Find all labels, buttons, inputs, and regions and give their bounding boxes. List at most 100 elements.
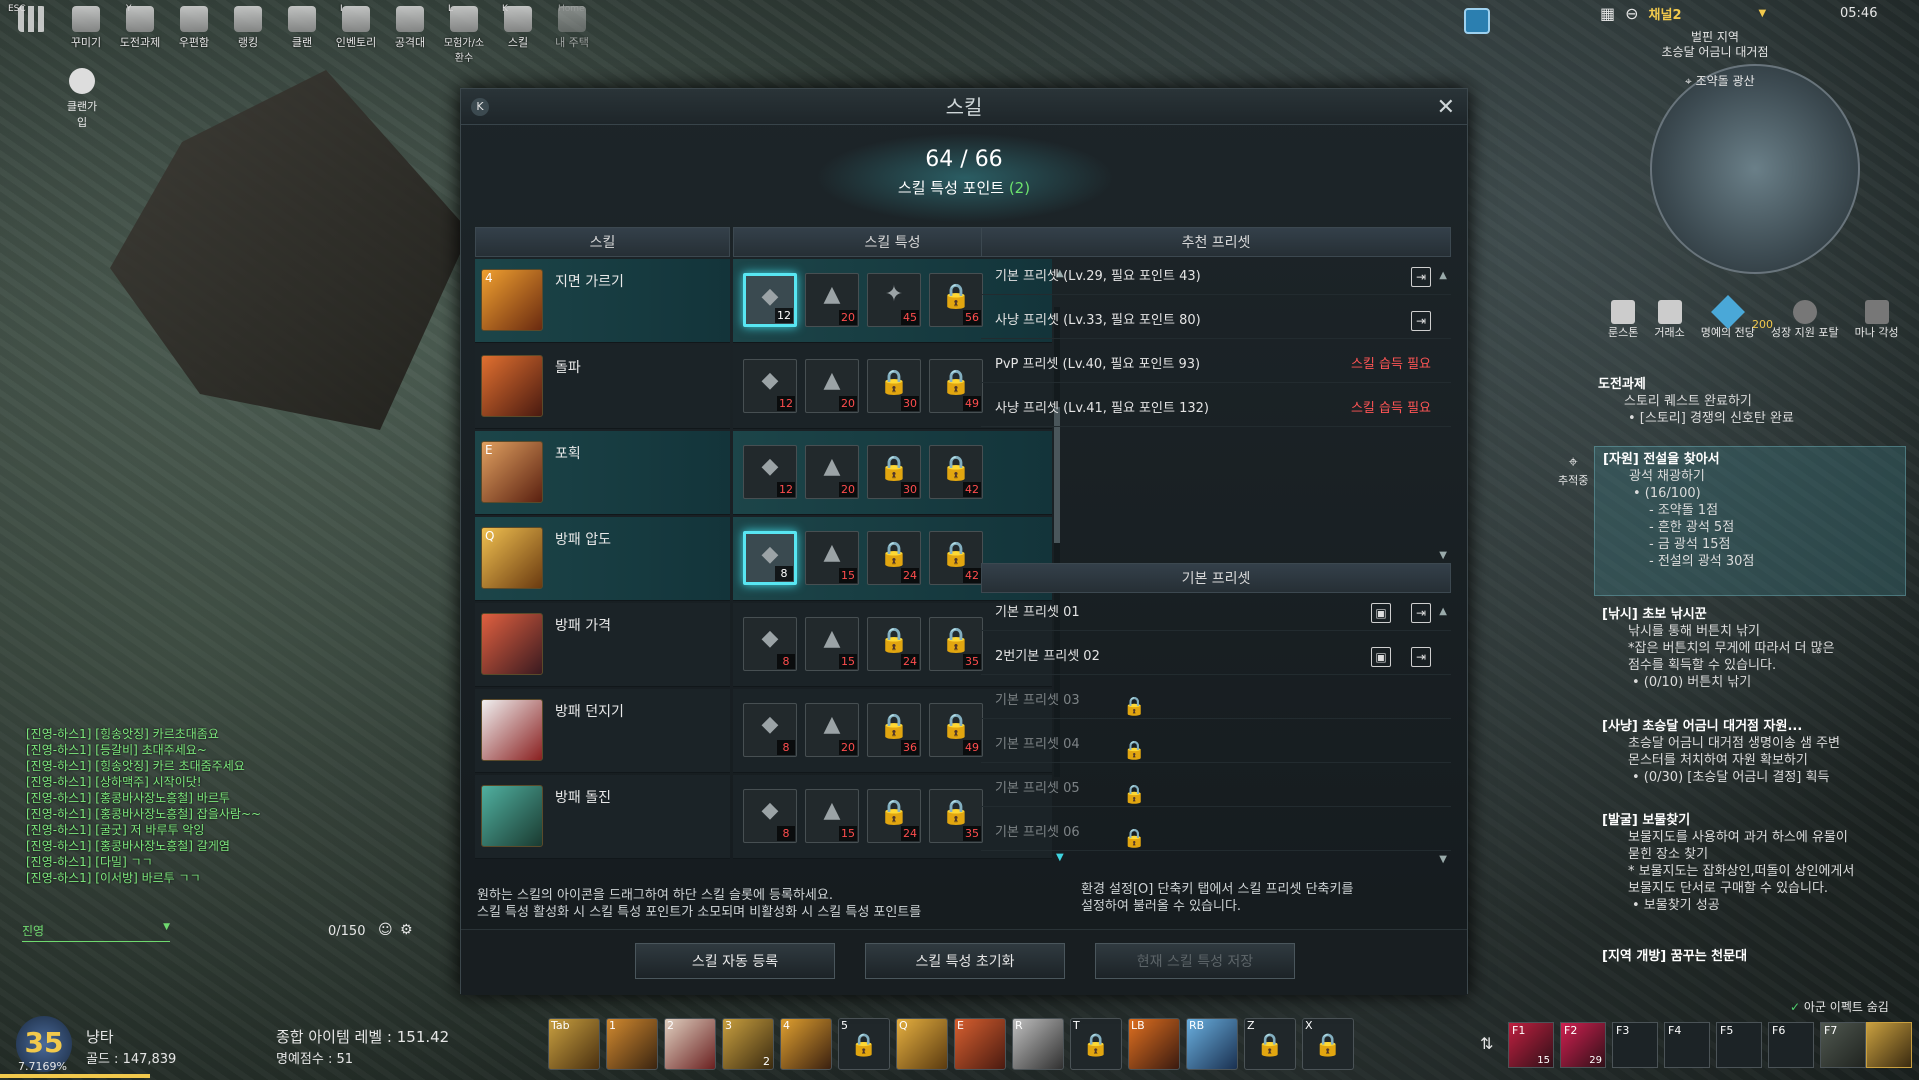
trait-slot-locked[interactable]: 🔒 36 <box>867 703 921 757</box>
quest-item[interactable]: [지역 개방] 꿈꾸는 천문대 <box>1602 948 1902 965</box>
scroll-up-icon[interactable]: ▲ <box>1439 263 1447 282</box>
runestone-button[interactable]: 룬스톤 <box>1608 300 1638 340</box>
challenge-header[interactable]: 도전과제 <box>1598 376 1898 393</box>
skill-icon[interactable]: Q <box>481 527 543 589</box>
skill-row[interactable]: Q 방패 압도 ◆ 8 ▲ 15 🔒 24 🔒 42 <box>475 517 1052 601</box>
hotbar-slot[interactable]: RB <box>1186 1018 1238 1070</box>
skill-icon[interactable] <box>481 355 543 417</box>
trait-slot[interactable]: ◆ 8 <box>743 789 797 843</box>
hide-effect-toggle[interactable]: ✓ 아군 이펙트 숨김 <box>1790 998 1889 1015</box>
hall-of-fame-button[interactable]: 명예의 전당 <box>1701 295 1755 340</box>
item-slot[interactable]: F7 <box>1820 1022 1866 1068</box>
trait-slot-locked[interactable]: 🔒 24 <box>867 617 921 671</box>
trait-slot[interactable]: ◆ 12 <box>743 273 797 327</box>
menu-adventurer[interactable]: L모험가/소환수 <box>440 4 488 64</box>
emoji-icon[interactable]: ☺ <box>378 922 393 938</box>
trait-slot-locked[interactable]: 🔒 42 <box>929 531 983 585</box>
hotbar-slot[interactable]: 32 <box>722 1018 774 1070</box>
skill-row[interactable]: 방패 가격 ◆ 8 ▲ 15 🔒 24 🔒 35 <box>475 603 1052 687</box>
skill-icon[interactable] <box>481 613 543 675</box>
trait-slot[interactable]: ▲ 20 <box>805 273 859 327</box>
menu-ranking[interactable]: 랭킹 <box>224 4 272 64</box>
skill-name-cell[interactable]: 방패 돌진 <box>475 775 730 859</box>
hotbar-slot[interactable]: 4 <box>780 1018 832 1070</box>
skill-icon[interactable]: E <box>481 441 543 503</box>
scroll-down-icon[interactable]: ▼ <box>1439 543 1447 562</box>
grid-view-icon[interactable]: ▦ <box>1600 4 1615 23</box>
skill-name-cell[interactable]: 방패 가격 <box>475 603 730 687</box>
trait-slot[interactable]: ✦ 45 <box>867 273 921 327</box>
menu-clan[interactable]: 클랜 <box>278 4 326 64</box>
trait-slot-locked[interactable]: 🔒 30 <box>867 445 921 499</box>
trait-slot[interactable]: ◆ 12 <box>743 445 797 499</box>
hotbar-slot[interactable]: 1 <box>606 1018 658 1070</box>
preset-row[interactable]: PvP 프리셋 (Lv.40, 필요 포인트 93) 스킬 습득 필요 <box>981 347 1451 383</box>
hotbar-slot[interactable]: LB <box>1128 1018 1180 1070</box>
trait-slot[interactable]: ▲ 15 <box>805 617 859 671</box>
item-slot[interactable]: F6 <box>1768 1022 1814 1068</box>
preset-row[interactable]: 사냥 프리셋 (Lv.33, 필요 포인트 80) ⇥ <box>981 303 1451 339</box>
preset-row[interactable]: 사냥 프리셋 (Lv.41, 필요 포인트 132) 스킬 습득 필요 <box>981 391 1451 427</box>
skill-row[interactable]: 방패 돌진 ◆ 8 ▲ 15 🔒 24 🔒 35 <box>475 775 1052 859</box>
skill-row[interactable]: E 포획 ◆ 12 ▲ 20 🔒 30 🔒 42 <box>475 431 1052 515</box>
menu-skill[interactable]: K스킬 <box>494 4 542 64</box>
quest-item[interactable]: [사냥] 초승달 어금니 대거점 자원... 초승달 어금니 대거점 생명이송 … <box>1602 718 1902 786</box>
trait-slot-locked[interactable]: 🔒 35 <box>929 789 983 843</box>
quest-item[interactable]: [자원] 전설을 찾아서 광석 채광하기 • (16/100) - 조약돌 1점… <box>1594 446 1906 596</box>
load-icon[interactable]: ⇥ <box>1411 603 1431 623</box>
trait-slot-locked[interactable]: 🔒 56 <box>929 273 983 327</box>
menu-house[interactable]: Home내 주택 <box>548 4 596 64</box>
trait-slot-locked[interactable]: 🔒 35 <box>929 617 983 671</box>
skill-icon[interactable]: 4 <box>481 269 543 331</box>
trait-slot-locked[interactable]: 🔒 30 <box>867 359 921 413</box>
preset-row[interactable]: 기본 프리셋 01 ▣ ⇥ <box>981 595 1451 631</box>
menu-raid[interactable]: 공격대 <box>386 4 434 64</box>
skill-name-cell[interactable]: 방패 던지기 <box>475 689 730 773</box>
exchange-button[interactable]: 거래소 <box>1654 300 1685 340</box>
trait-slot[interactable]: ▲ 20 <box>805 703 859 757</box>
swap-icon[interactable]: ⇅ <box>1480 1034 1493 1053</box>
trait-slot-locked[interactable]: 🔒 24 <box>867 531 921 585</box>
save-icon[interactable]: ▣ <box>1371 603 1391 623</box>
save-icon[interactable]: ▣ <box>1371 647 1391 667</box>
hotbar-slot[interactable]: E <box>954 1018 1006 1070</box>
load-icon[interactable]: ⇥ <box>1411 311 1431 331</box>
close-icon[interactable]: ✕ <box>1437 95 1455 120</box>
load-icon[interactable]: ⇥ <box>1411 647 1431 667</box>
scroll-up-icon[interactable]: ▲ <box>1439 599 1447 618</box>
skill-row[interactable]: 돌파 ◆ 12 ▲ 20 🔒 30 🔒 49 <box>475 345 1052 429</box>
trait-slot[interactable]: ◆ 8 <box>743 531 797 585</box>
item-slot[interactable]: F2 29 <box>1560 1022 1606 1068</box>
load-icon[interactable]: ⇥ <box>1411 267 1431 287</box>
scroll-down-icon[interactable]: ▼ <box>1439 847 1447 866</box>
shield-status-icon[interactable] <box>1464 8 1490 34</box>
menu-mail[interactable]: 우편함 <box>170 4 218 64</box>
character-portrait[interactable] <box>1866 1022 1912 1068</box>
menu-challenges[interactable]: Y도전과제 <box>116 4 164 64</box>
quest-item[interactable]: [낚시] 초보 낚시꾼 낚시를 통해 버튼치 낚기 *잡은 버튼치의 무게에 따… <box>1602 606 1902 691</box>
trait-slot[interactable]: ▲ 15 <box>805 531 859 585</box>
menu-customize[interactable]: 꾸미기 <box>62 4 110 64</box>
auto-register-button[interactable]: 스킬 자동 등록 <box>635 943 835 979</box>
hotbar-slot[interactable]: 2 <box>664 1018 716 1070</box>
skill-icon[interactable] <box>481 785 543 847</box>
skill-name-cell[interactable]: E 포획 <box>475 431 730 515</box>
trait-slot-locked[interactable]: 🔒 49 <box>929 703 983 757</box>
clan-join-button[interactable]: 클랜가입 <box>62 68 102 130</box>
save-traits-button[interactable]: 현재 스킬 특성 저장 <box>1095 943 1295 979</box>
skill-icon[interactable] <box>481 699 543 761</box>
preset-row[interactable]: 2번기본 프리셋 02 ▣ ⇥ <box>981 639 1451 675</box>
trait-slot[interactable]: ◆ 8 <box>743 703 797 757</box>
skill-name-cell[interactable]: 돌파 <box>475 345 730 429</box>
quest-item[interactable]: [발굴] 보물찾기 보물지도를 사용하여 과거 하스에 유물이 묻힌 장소 찾기… <box>1602 812 1902 914</box>
item-slot[interactable]: F3 <box>1612 1022 1658 1068</box>
hotbar-slot[interactable]: Tab <box>548 1018 600 1070</box>
trait-slot-locked[interactable]: 🔒 49 <box>929 359 983 413</box>
hotbar-slot-locked[interactable]: X 🔒 <box>1302 1018 1354 1070</box>
main-menu-button[interactable]: ESC <box>8 4 56 64</box>
trait-slot[interactable]: ▲ 15 <box>805 789 859 843</box>
trait-slot[interactable]: ◆ 8 <box>743 617 797 671</box>
item-slot[interactable]: F4 <box>1664 1022 1710 1068</box>
trait-slot[interactable]: ▲ 20 <box>805 359 859 413</box>
channel-select[interactable]: 채널2 <box>1649 4 1749 23</box>
